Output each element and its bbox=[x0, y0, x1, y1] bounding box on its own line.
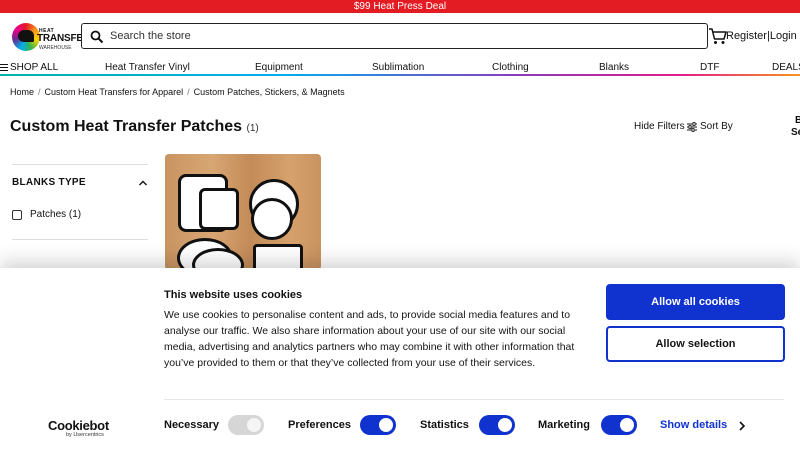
nav-rainbow-bar bbox=[0, 74, 800, 76]
patches-checkbox[interactable] bbox=[12, 210, 22, 220]
chevron-up-icon[interactable] bbox=[139, 179, 147, 187]
marketing-toggle[interactable] bbox=[601, 415, 637, 435]
chevron-right-icon[interactable] bbox=[738, 421, 746, 431]
necessary-toggle bbox=[228, 415, 264, 435]
nav-item-sublimation[interactable]: Sublimation bbox=[372, 62, 424, 73]
patch-shape bbox=[253, 244, 303, 270]
patch-shape bbox=[251, 198, 293, 240]
sort-by-button[interactable]: Sort By bbox=[700, 121, 733, 132]
nav-item-label: SHOP ALL bbox=[10, 62, 59, 73]
search-input[interactable] bbox=[110, 26, 700, 46]
sort-icon bbox=[687, 122, 697, 132]
breadcrumb-apparel[interactable]: Custom Heat Transfers for Apparel bbox=[45, 87, 184, 97]
toggle-knob bbox=[620, 418, 634, 432]
register-link[interactable]: Register bbox=[726, 30, 767, 42]
preferences-toggle[interactable] bbox=[360, 415, 396, 435]
menu-icon bbox=[0, 64, 8, 71]
product-card-image[interactable] bbox=[165, 154, 321, 270]
patches-filter-label[interactable]: Patches (1) bbox=[30, 209, 81, 220]
breadcrumb: Home / Custom Heat Transfers for Apparel / C… bbox=[10, 87, 345, 97]
allow-selection-button[interactable]: Allow selection bbox=[606, 326, 785, 362]
breadcrumb-separator: / bbox=[187, 87, 190, 97]
kangaroo-icon bbox=[18, 30, 34, 42]
necessary-label: Necessary bbox=[164, 419, 220, 431]
marketing-label: Marketing bbox=[538, 419, 590, 431]
site-header: HEAT TRANSFER WAREHOUSE Register|Login bbox=[0, 13, 800, 61]
search-icon[interactable] bbox=[90, 30, 104, 44]
account-links: Register|Login bbox=[726, 30, 797, 42]
toggle-knob bbox=[247, 418, 261, 432]
cookiebot-byline: by Usercentrics bbox=[66, 432, 104, 438]
nav-item-dtf[interactable]: DTF bbox=[700, 62, 719, 73]
show-details-link[interactable]: Show details bbox=[660, 419, 727, 431]
statistics-label: Statistics bbox=[420, 419, 469, 431]
nav-item-blanks[interactable]: Blanks bbox=[599, 62, 629, 73]
cookie-divider bbox=[164, 399, 784, 400]
nav-item-shop-all[interactable]: SHOP ALL bbox=[0, 62, 58, 73]
statistics-toggle[interactable] bbox=[479, 415, 515, 435]
promo-banner[interactable]: $99 Heat Press Deal bbox=[0, 0, 800, 13]
logo-line3: WAREHOUSE bbox=[39, 45, 72, 51]
breadcrumb-home[interactable]: Home bbox=[10, 87, 34, 97]
login-link[interactable]: Login bbox=[770, 30, 797, 42]
cookie-consent-banner: This website uses cookies We use cookies… bbox=[0, 268, 800, 450]
cookie-title: This website uses cookies bbox=[164, 289, 303, 301]
cookie-description: We use cookies to personalise content an… bbox=[164, 309, 575, 369]
breadcrumb-separator: / bbox=[38, 87, 41, 97]
nav-item-heat-transfer-vinyl[interactable]: Heat Transfer Vinyl bbox=[105, 62, 190, 73]
cart-icon[interactable] bbox=[708, 27, 728, 45]
toggle-knob bbox=[379, 418, 393, 432]
page-title: Custom Heat Transfer Patches (1) bbox=[10, 118, 259, 136]
cookiebot-logo[interactable]: Cookiebot by Usercentrics bbox=[48, 418, 114, 438]
patch-shape bbox=[192, 248, 244, 270]
filter-heading[interactable]: BLANKS TYPE bbox=[12, 177, 86, 188]
nav-item-equipment[interactable]: Equipment bbox=[255, 62, 303, 73]
nav-item-clothing[interactable]: Clothing bbox=[492, 62, 529, 73]
preferences-label: Preferences bbox=[288, 419, 351, 431]
hide-filters-button[interactable]: Hide Filters bbox=[634, 121, 685, 132]
toggle-knob bbox=[498, 418, 512, 432]
edge-text-1: B bbox=[795, 115, 800, 126]
breadcrumb-patches[interactable]: Custom Patches, Stickers, & Magnets bbox=[194, 87, 345, 97]
page-title-text: Custom Heat Transfer Patches bbox=[10, 118, 243, 135]
patch-shape bbox=[199, 188, 239, 230]
main-nav: SHOP ALL Heat Transfer Vinyl Equipment S… bbox=[0, 61, 800, 76]
filter-panel: BLANKS TYPE Patches (1) bbox=[12, 164, 148, 240]
search-box bbox=[81, 23, 708, 49]
nav-item-deals[interactable]: DEALS bbox=[772, 62, 800, 73]
cookiebot-wordmark: Cookiebot bbox=[48, 418, 109, 433]
edge-text-2: Se bbox=[791, 127, 800, 138]
store-logo[interactable]: HEAT TRANSFER WAREHOUSE bbox=[12, 21, 90, 53]
allow-all-cookies-button[interactable]: Allow all cookies bbox=[606, 284, 785, 320]
result-count: (1) bbox=[246, 123, 259, 134]
